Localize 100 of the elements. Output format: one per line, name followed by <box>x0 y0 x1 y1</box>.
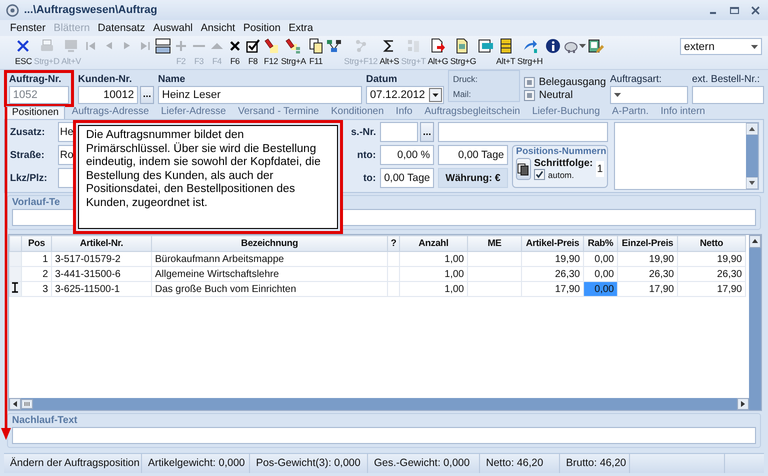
caret-icon <box>614 93 621 97</box>
toolbar-button[interactable]: F11 <box>306 38 325 68</box>
toolbar-button[interactable]: F8 <box>244 38 262 68</box>
field-label: Datum <box>366 73 398 86</box>
menu-item[interactable]: Ansicht <box>196 22 240 34</box>
text-field[interactable] <box>438 122 608 142</box>
name-field[interactable]: Heinz Leser <box>158 86 362 104</box>
status-text: Ges.-Gewicht: 0,000 <box>368 454 480 473</box>
maximize-icon[interactable] <box>730 6 739 14</box>
text-field[interactable] <box>58 168 74 188</box>
column-header[interactable]: Rab% <box>584 236 618 252</box>
column-header[interactable]: ? <box>388 236 400 252</box>
menu-item[interactable]: Fenster <box>6 22 50 34</box>
memo-field[interactable] <box>614 122 759 190</box>
text-field[interactable]: Ro <box>58 145 74 165</box>
checkbox[interactable] <box>524 90 535 100</box>
lookup-button[interactable]: ... <box>140 86 154 104</box>
toolbar-button[interactable]: F12 <box>262 38 280 68</box>
text-cursor-icon <box>10 282 20 293</box>
text-field[interactable]: He <box>58 122 74 142</box>
tab[interactable]: Liefer-Buchung <box>527 106 605 119</box>
table-cell: 3-625-11500-1 <box>52 282 152 296</box>
checkbox-label: Neutral <box>539 89 573 101</box>
date-field[interactable]: 07.12.2012 <box>366 86 444 104</box>
table-cell: Das große Buch vom Einrichten <box>152 282 388 296</box>
menu-item[interactable]: Auswahl <box>149 22 197 34</box>
tab[interactable]: Auftragsbegleitschein <box>419 106 526 119</box>
toolbar-button[interactable]: Alt+S <box>378 38 400 68</box>
dropdown-field[interactable] <box>610 86 688 104</box>
checkbox[interactable] <box>534 169 545 180</box>
column-header[interactable]: Pos <box>22 236 52 252</box>
step-field[interactable]: 1 <box>596 161 604 177</box>
info-icon <box>544 38 561 54</box>
scroll-up-icon[interactable] <box>746 123 758 135</box>
toolbar-button[interactable]: Alt+T <box>495 38 516 68</box>
tab[interactable]: Info intern <box>656 106 710 119</box>
text-field[interactable] <box>692 86 764 104</box>
table-cell: 3-517-01579-2 <box>52 252 152 266</box>
toolbar-button[interactable]: Strg+H <box>516 38 544 68</box>
percent-field[interactable]: 0,00 % <box>380 145 434 165</box>
table-cell: 19,90 <box>678 252 746 266</box>
table-cell: 2 <box>22 266 52 282</box>
tab[interactable]: Konditionen <box>326 106 389 119</box>
field-label: Auftragsart: <box>610 73 663 86</box>
text-field[interactable] <box>12 427 756 444</box>
table-cell: 17,90 <box>618 282 678 296</box>
window-title: ...\Auftragswesen\Auftrag <box>24 4 158 16</box>
tab[interactable]: Positionen <box>6 106 65 119</box>
column-header[interactable]: Anzahl <box>400 236 468 252</box>
column-header[interactable]: Netto <box>678 236 746 252</box>
callout-text: Die Auftragsnummer bildet den Primärschlüssel. Über sie wird die Bestellung eindeutig, indem sie sowohl der Kopfdatei, die Bestellung des Kunden, als auch der Positionsdatei, den Bestellpositionen des Kunden, zugeordnet ist. <box>86 129 322 210</box>
status-text: Ändern der Auftragsposition <box>4 454 142 473</box>
copy-button[interactable] <box>516 158 531 180</box>
menu-item[interactable]: Position <box>239 22 285 34</box>
checkbox[interactable] <box>524 76 535 88</box>
toolbar-button[interactable]: F6 <box>226 38 244 68</box>
column-header[interactable]: Bezeichnung <box>152 236 388 252</box>
table-cell: 1 <box>22 252 52 266</box>
days-field[interactable]: 0,00 Tage <box>438 145 508 165</box>
cabinet-icon <box>498 38 514 54</box>
window-split-icon <box>154 38 171 54</box>
scroll-up-icon[interactable] <box>749 235 761 248</box>
scroll-down-icon[interactable] <box>746 177 758 189</box>
customer-number-field[interactable]: 10012 <box>78 86 138 104</box>
tab[interactable]: Versand - Termine <box>233 106 324 119</box>
column-header[interactable]: ME <box>468 236 522 252</box>
menu-item[interactable]: Datensatz <box>94 22 150 34</box>
toolbar-button[interactable]: ESC <box>14 38 33 68</box>
triangle-right-icon <box>124 42 130 50</box>
flashlight-icon <box>285 38 302 54</box>
table-cell: 17,90 <box>522 282 584 296</box>
tab[interactable]: A-Partn. <box>606 106 654 119</box>
dropdown-field[interactable]: extern <box>680 38 762 55</box>
network-icon <box>326 38 342 54</box>
copy-icon <box>308 38 324 54</box>
table-cell: 26,30 <box>618 266 678 282</box>
tab[interactable]: Liefer-Adresse <box>156 106 231 119</box>
scroll-thumb[interactable] <box>21 399 33 409</box>
field-label: Kunden-Nr. <box>78 73 133 86</box>
days-field[interactable]: 0,00 Tage <box>380 168 434 188</box>
toolbar-button[interactable]: Strg+A <box>280 38 307 68</box>
column-header[interactable]: Artikel-Nr. <box>52 236 152 252</box>
field-label: ext. Bestell-Nr.: <box>692 73 761 86</box>
toolbar-button[interactable]: Alt+G <box>426 38 450 68</box>
group-label: Nachlauf-Text <box>12 414 78 427</box>
text-field[interactable] <box>380 122 418 142</box>
monitor-icon <box>63 38 80 54</box>
tab[interactable]: Auftrags-Adresse <box>66 106 154 119</box>
toolbar-button[interactable]: Strg+G <box>449 38 478 68</box>
scroll-left-icon[interactable] <box>9 398 21 410</box>
column-header[interactable]: Einzel-Preis <box>618 236 678 252</box>
scroll-right-icon[interactable] <box>737 398 749 410</box>
field-label: Lkz/Plz: <box>10 172 48 186</box>
lookup-button[interactable]: ... <box>420 122 434 142</box>
tab[interactable]: Info <box>390 106 418 119</box>
table-cell: 19,90 <box>522 252 584 266</box>
column-header[interactable]: Artikel-Preis <box>522 236 584 252</box>
table-cell: 1,00 <box>400 266 468 282</box>
close-icon[interactable] <box>751 6 760 14</box>
menu-item[interactable]: Extra <box>284 22 318 34</box>
